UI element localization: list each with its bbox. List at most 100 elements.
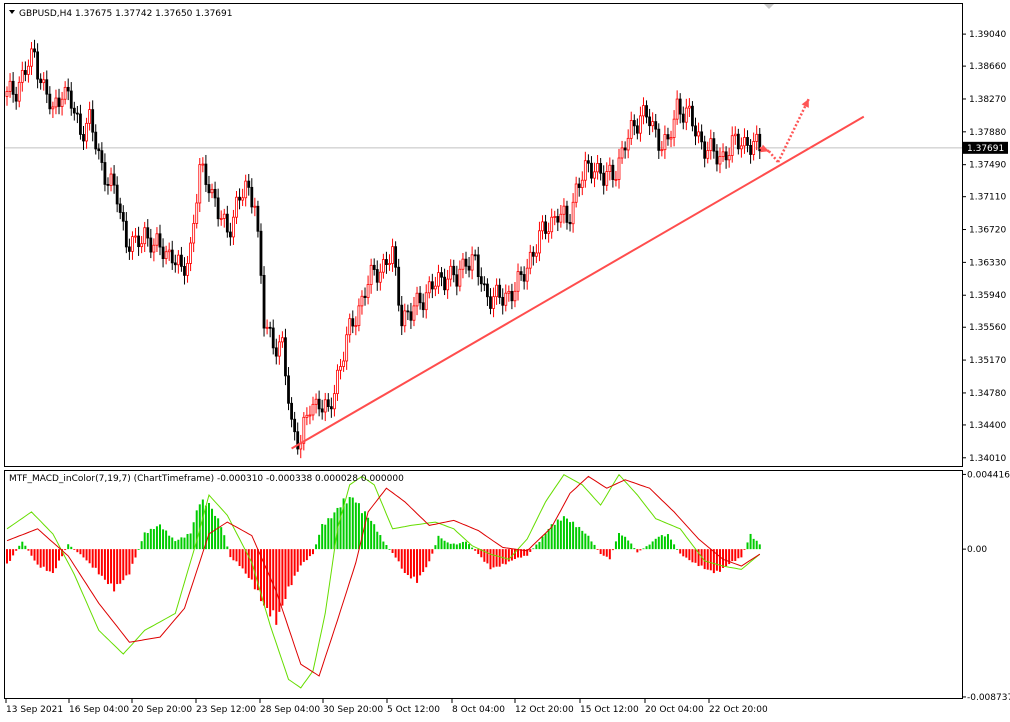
candle-body (30, 48, 33, 67)
macd-histogram-bar (15, 549, 18, 551)
candle-body (158, 233, 162, 248)
candle-body (709, 138, 713, 151)
candle-body (127, 246, 131, 252)
macd-histogram-bar (422, 549, 425, 572)
candle-body (66, 86, 70, 92)
macd-histogram-bar (165, 530, 168, 550)
macd-histogram-bar (201, 499, 204, 550)
candle-body (60, 98, 64, 107)
candle-body (329, 406, 333, 410)
macd-histogram-bar (743, 549, 746, 550)
macd-histogram-bar (513, 549, 516, 560)
candle-body (91, 109, 95, 133)
candle-body (124, 220, 128, 248)
macd-histogram-bar (36, 549, 39, 565)
candle-body (14, 93, 18, 102)
candle-body (326, 399, 330, 408)
candle-body (134, 235, 137, 238)
candle-body (559, 213, 563, 223)
time-tick-label: 28 Sep 04:00 (260, 705, 320, 715)
macd-histogram-bar (125, 549, 128, 576)
macd-histogram-bar (290, 549, 293, 586)
macd-histogram-bar (618, 533, 620, 550)
macd-histogram-bar (296, 549, 299, 572)
macd-histogram-bar (666, 534, 669, 550)
candle (259, 223, 263, 284)
candle-body (284, 337, 287, 377)
macd-histogram-bar (657, 536, 660, 550)
time-tick-label: 13 Sep 2021 (6, 705, 63, 715)
candle-body (164, 251, 168, 260)
macd-histogram-bar (137, 549, 140, 550)
candle-body (580, 179, 584, 188)
candle-body (403, 310, 407, 327)
price-tick-label: 1.39040 (969, 30, 1006, 40)
indicator-tick-label: -0.008737 (967, 693, 1010, 703)
macd-histogram-bar (452, 543, 455, 550)
macd-histogram-bar (217, 518, 220, 550)
candle-body (446, 278, 450, 291)
candle-body (681, 113, 685, 123)
candle-body (360, 295, 364, 307)
candle-body (363, 295, 367, 298)
macd-histogram-bar (544, 533, 547, 550)
indicator-frame (4, 470, 963, 699)
candle-body (617, 157, 621, 180)
candle-body (623, 147, 627, 151)
candle-body (183, 265, 186, 276)
macd-histogram-bar (373, 524, 376, 550)
macd-histogram-bar (131, 549, 134, 564)
chart-canvas[interactable]: 1.39040 1.38660 1.38270 1.37880 1.37490 1.371… (0, 0, 1010, 722)
macd-histogram-bar (312, 549, 314, 555)
price-tick-label: 1.37490 (969, 161, 1006, 171)
macd-histogram-bar (287, 549, 290, 587)
candle-body (97, 148, 101, 152)
candle-body (510, 290, 514, 302)
candle-body (424, 292, 428, 311)
macd-histogram-bar (183, 537, 186, 550)
macd-histogram-bar (308, 549, 311, 557)
macd-histogram-bar (18, 545, 21, 550)
macd-histogram-bar (88, 549, 91, 564)
candle-body (63, 86, 67, 100)
macd-histogram-bar (575, 527, 578, 550)
candle-body (85, 122, 88, 142)
candle-body (259, 230, 263, 276)
candle-body (39, 78, 43, 84)
macd-histogram-bar (79, 549, 82, 555)
macd-histogram-bar (134, 549, 137, 558)
macd-histogram-bar (486, 549, 489, 564)
macd-histogram-bar (559, 520, 562, 550)
macd-histogram-bar (162, 529, 165, 550)
macd-histogram-bar (223, 535, 226, 550)
macd-histogram-bar (351, 497, 354, 550)
macd-histogram-bar (679, 549, 682, 554)
time-tick-label: 5 Oct 12:00 (387, 705, 440, 715)
candle-body (642, 105, 645, 117)
candle-body (180, 254, 183, 267)
candle-body (225, 213, 229, 233)
macd-histogram-bar (578, 526, 581, 550)
candle-body (437, 272, 440, 287)
macd-histogram-bar (192, 522, 195, 550)
macd-histogram-bar (64, 549, 67, 551)
candle-body (528, 251, 532, 269)
macd-histogram-bar (465, 541, 467, 550)
candle-body (75, 112, 79, 115)
candle-body (415, 292, 419, 307)
candle-body (5, 90, 9, 97)
macd-histogram-bar (12, 549, 15, 556)
macd-histogram-bar (535, 544, 538, 550)
candle-body (553, 216, 557, 218)
macd-histogram-bar (238, 549, 241, 567)
candle-body (320, 408, 324, 413)
macd-histogram-bar (388, 549, 391, 550)
candle-body (195, 202, 199, 224)
macd-histogram-bar (428, 549, 431, 562)
macd-histogram-bar (275, 549, 278, 625)
candle-body (305, 414, 309, 418)
candle-body (131, 236, 134, 252)
macd-histogram-bar (685, 549, 688, 558)
macd-histogram-bar (364, 511, 367, 550)
candle-body (204, 163, 208, 185)
